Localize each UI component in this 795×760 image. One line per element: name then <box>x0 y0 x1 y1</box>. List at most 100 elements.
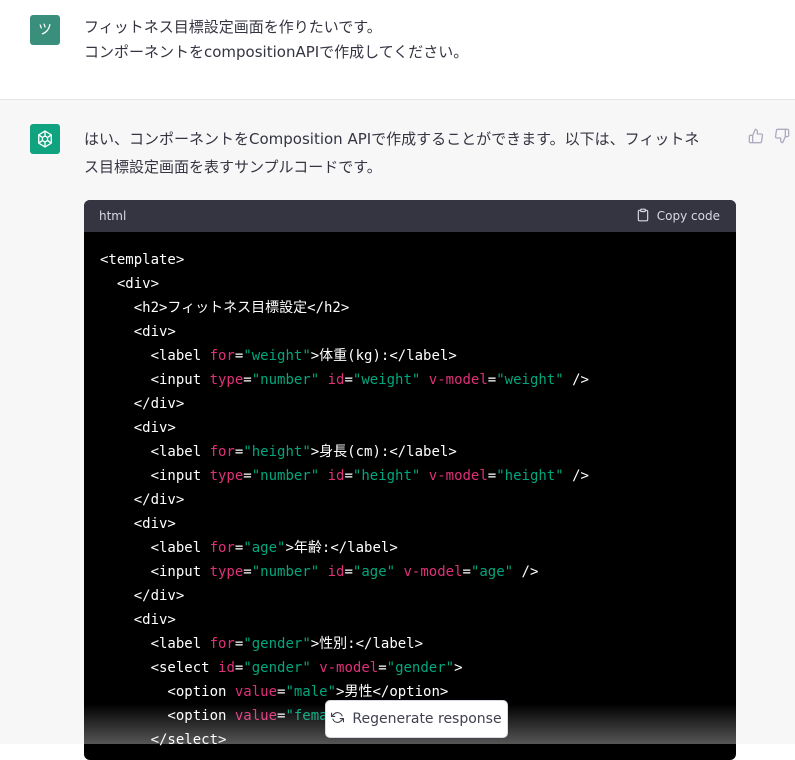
code-token: = <box>243 468 252 484</box>
code-token: = <box>378 660 387 676</box>
code-token: <input <box>100 564 210 580</box>
code-token: "height" <box>496 468 564 484</box>
code-token: "gender" <box>386 660 455 676</box>
code-block: html Copy code <template> <div> <h2>フィット… <box>84 200 736 760</box>
code-token: </div> <box>100 492 185 508</box>
code-line: <select id="gender" v-model="gender"> <box>100 656 720 680</box>
code-token: type <box>209 372 244 388</box>
code-token: "weight" <box>352 372 421 388</box>
code-token: "number" <box>251 564 320 580</box>
regenerate-response-button[interactable]: Regenerate response <box>325 700 508 738</box>
code-token: <div> <box>100 276 160 292</box>
code-token: "weight" <box>496 372 564 388</box>
thumbs-up-icon[interactable] <box>748 128 764 144</box>
user-message-text: フィットネス目標設定画面を作りたいです。 コンポーネントをcomposition… <box>84 15 468 65</box>
code-token: > <box>454 660 463 676</box>
code-line: <label for="age">年齢:</label> <box>100 536 720 560</box>
thumbs-down-icon[interactable] <box>774 128 790 144</box>
code-token: type <box>209 468 244 484</box>
user-message: ツ フィットネス目標設定画面を作りたいです。 コンポーネントをcompositi… <box>0 0 795 100</box>
code-token: <div> <box>100 612 176 628</box>
code-token: </div> <box>100 588 185 604</box>
assistant-message-line: はい、コンポーネントをComposition APIで作成することができます。以… <box>84 130 700 148</box>
assistant-message: はい、コンポーネントをComposition APIで作成することができます。以… <box>0 100 795 760</box>
code-token: for <box>209 540 235 556</box>
code-token: = <box>243 564 252 580</box>
code-token: /> <box>513 564 539 580</box>
copy-code-button[interactable]: Copy code <box>636 208 720 225</box>
code-token: >男性</option> <box>336 684 449 700</box>
code-token: v-model <box>428 372 488 388</box>
code-line: <label for="weight">体重(kg):</label> <box>100 344 720 368</box>
code-token: = <box>344 468 353 484</box>
code-line: </div> <box>100 584 720 608</box>
code-line: <h2>フィットネス目標設定</h2> <box>100 296 720 320</box>
code-token: "male" <box>285 684 337 700</box>
code-token: id <box>327 372 345 388</box>
code-token: v-model <box>403 564 463 580</box>
code-token: value <box>234 708 278 724</box>
feedback-buttons <box>748 128 790 144</box>
code-token: >体重(kg):</label> <box>310 348 457 364</box>
assistant-message-line: ス目標設定画面を表すサンプルコードです。 <box>84 158 382 176</box>
code-token: = <box>344 564 353 580</box>
code-content: <template> <div> <h2>フィットネス目標設定</h2> <di… <box>84 232 736 752</box>
code-line: <div> <box>100 272 720 296</box>
code-token: id <box>218 660 235 676</box>
code-token: = <box>243 372 252 388</box>
code-token: = <box>462 564 471 580</box>
code-token: <label <box>100 348 210 364</box>
code-token: v-model <box>319 660 379 676</box>
code-token: <div> <box>100 516 176 532</box>
refresh-icon <box>331 711 345 728</box>
openai-logo-icon <box>30 124 60 154</box>
code-token: <label <box>100 444 210 460</box>
code-token: <h2>フィットネス目標設定</h2> <box>100 300 350 316</box>
code-token: "number" <box>251 372 320 388</box>
code-line: </div> <box>100 392 720 416</box>
regenerate-label: Regenerate response <box>352 711 502 727</box>
code-token: <template> <box>100 252 185 268</box>
user-message-line: コンポーネントをcompositionAPIで作成してください。 <box>84 43 469 61</box>
code-language: html <box>99 209 127 223</box>
code-token: <select <box>100 660 219 676</box>
code-token: >年齢:</label> <box>285 540 398 556</box>
code-line: <input type="number" id="weight" v-model… <box>100 368 720 392</box>
code-line: <div> <box>100 416 720 440</box>
code-token: "number" <box>251 468 320 484</box>
code-token: <label <box>100 540 210 556</box>
code-token: "gender" <box>243 660 311 676</box>
code-token: "age" <box>352 564 396 580</box>
code-token: v-model <box>428 468 488 484</box>
code-block-header: html Copy code <box>84 200 736 232</box>
code-token: "gender" <box>243 636 311 652</box>
code-token: >身長(cm):</label> <box>310 444 457 460</box>
code-token: = <box>487 468 497 484</box>
code-line: <template> <box>100 248 720 272</box>
code-token: <label <box>100 636 210 652</box>
code-token: type <box>209 564 244 580</box>
code-token: = <box>344 372 353 388</box>
code-token: <option <box>100 684 235 700</box>
code-token: id <box>327 468 345 484</box>
code-line: <label for="gender">性別:</label> <box>100 632 720 656</box>
code-token: </div> <box>100 396 185 412</box>
code-token: "fema <box>285 708 328 724</box>
code-token: "weight" <box>243 348 311 364</box>
code-line: <input type="number" id="height" v-model… <box>100 464 720 488</box>
code-token: >性別:</label> <box>310 636 424 652</box>
code-token: <div> <box>100 420 176 436</box>
code-token: id <box>327 564 345 580</box>
code-token: "age" <box>243 540 286 556</box>
code-token: <option <box>100 708 235 724</box>
code-token: for <box>209 444 235 460</box>
code-token: /> <box>563 372 589 388</box>
code-token: value <box>234 684 278 700</box>
code-token: for <box>209 348 235 364</box>
code-token: "height" <box>352 468 421 484</box>
code-line: <div> <box>100 608 720 632</box>
